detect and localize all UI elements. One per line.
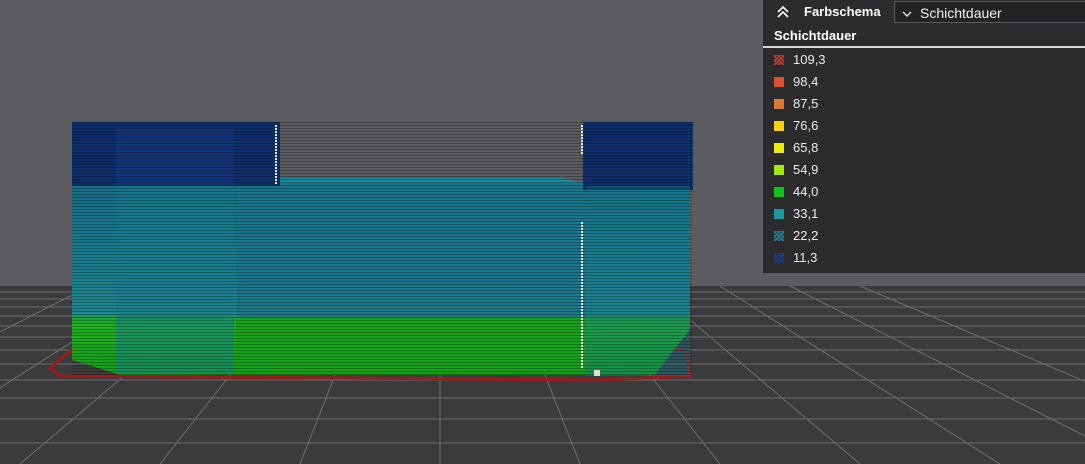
legend-item: 87,5 (763, 93, 1085, 115)
panel-header: Farbschema Schichtdauer (763, 0, 1085, 25)
divider (763, 46, 1085, 48)
legend-title: Schichtdauer (774, 28, 857, 43)
chevron-down-icon (901, 7, 913, 19)
color-scheme-panel: Farbschema Schichtdauer Schichtdauer 109… (763, 0, 1085, 273)
legend-item: 109,3 (763, 49, 1085, 71)
legend-label: 44,0 (793, 184, 819, 199)
double-chevron-up-icon[interactable] (775, 4, 791, 20)
legend-label: 54,9 (793, 162, 819, 177)
legend-item: 65,8 (763, 137, 1085, 159)
legend-swatch (774, 165, 784, 175)
legend-label: 109,3 (793, 52, 826, 67)
legend-swatch (774, 55, 784, 65)
legend-item: 33,1 (763, 203, 1085, 225)
legend-list: 109,3 98,4 87,5 76,6 65,8 54,9 44,0 33,1… (763, 49, 1085, 269)
legend-label: 87,5 (793, 96, 819, 111)
legend-swatch (774, 99, 784, 109)
legend-label: 22,2 (793, 228, 819, 243)
panel-title: Farbschema (804, 4, 881, 19)
legend-swatch (774, 77, 784, 87)
legend-label: 65,8 (793, 140, 819, 155)
legend-label: 98,4 (793, 74, 819, 89)
legend-item: 98,4 (763, 71, 1085, 93)
legend-item: 76,6 (763, 115, 1085, 137)
legend-swatch (774, 231, 784, 241)
color-scheme-select[interactable]: Schichtdauer (894, 1, 1085, 23)
legend-item: 54,9 (763, 159, 1085, 181)
legend-swatch (774, 253, 784, 263)
legend-item: 44,0 (763, 181, 1085, 203)
legend-swatch (774, 187, 784, 197)
legend-label: 33,1 (793, 206, 819, 221)
legend-swatch (774, 121, 784, 131)
legend-swatch (774, 209, 784, 219)
legend-item: 11,3 (763, 247, 1085, 269)
legend-label: 76,6 (793, 118, 819, 133)
model-preview (72, 122, 693, 377)
legend-item: 22,2 (763, 225, 1085, 247)
selected-scheme: Schichtdauer (920, 5, 1002, 21)
legend-label: 11,3 (793, 250, 818, 265)
legend-swatch (774, 143, 784, 153)
